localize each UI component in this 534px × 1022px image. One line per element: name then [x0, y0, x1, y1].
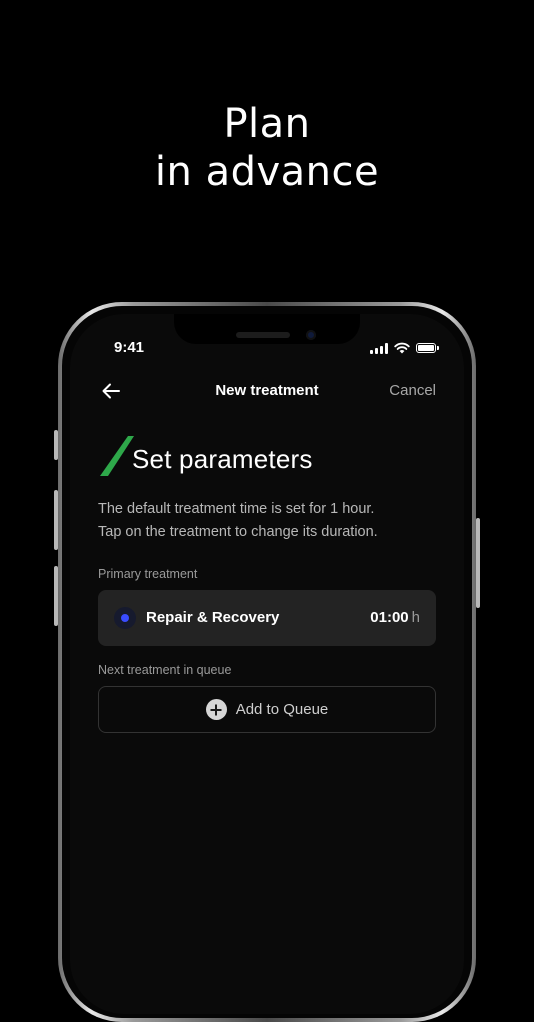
slash-accent-icon [100, 436, 134, 476]
section-title: Set parameters [132, 444, 313, 474]
cancel-button[interactable]: Cancel [389, 382, 436, 399]
headline-line-1: Plan [223, 101, 311, 147]
notch [174, 314, 360, 344]
treatment-duration: 01:00 h [370, 609, 420, 626]
duration-unit: h [411, 609, 420, 626]
battery-icon [416, 343, 439, 353]
plus-circle-icon [205, 699, 227, 720]
side-button [54, 490, 58, 550]
side-button [476, 518, 480, 608]
side-button [54, 430, 58, 460]
status-time: 9:41 [114, 339, 145, 356]
status-icons [370, 342, 439, 354]
queue-label: Next treatment in queue [98, 663, 232, 677]
duration-value: 01:00 [370, 609, 409, 626]
speaker-grille [236, 332, 290, 338]
signal-icon [370, 342, 388, 354]
description: The default treatment time is set for 1 … [98, 498, 438, 544]
phone-screen: 9:41 New treatment Cancel Set parameters… [70, 314, 464, 1014]
primary-treatment-label: Primary treatment [98, 567, 198, 581]
description-line-2: Tap on the treatment to change its durat… [98, 524, 378, 540]
primary-treatment-card[interactable]: Repair & Recovery 01:00 h [98, 590, 436, 646]
add-to-queue-label: Add to Queue [235, 701, 329, 718]
headline: Plan in advance [0, 100, 534, 196]
headline-line-2: in advance [154, 149, 380, 195]
treatment-name: Repair & Recovery [146, 609, 280, 626]
treatment-dot-icon [114, 607, 136, 629]
wifi-icon [394, 342, 410, 354]
description-line-1: The default treatment time is set for 1 … [98, 501, 375, 517]
add-to-queue-button[interactable]: Add to Queue [98, 686, 436, 733]
camera-icon [306, 330, 316, 340]
side-button [54, 566, 58, 626]
